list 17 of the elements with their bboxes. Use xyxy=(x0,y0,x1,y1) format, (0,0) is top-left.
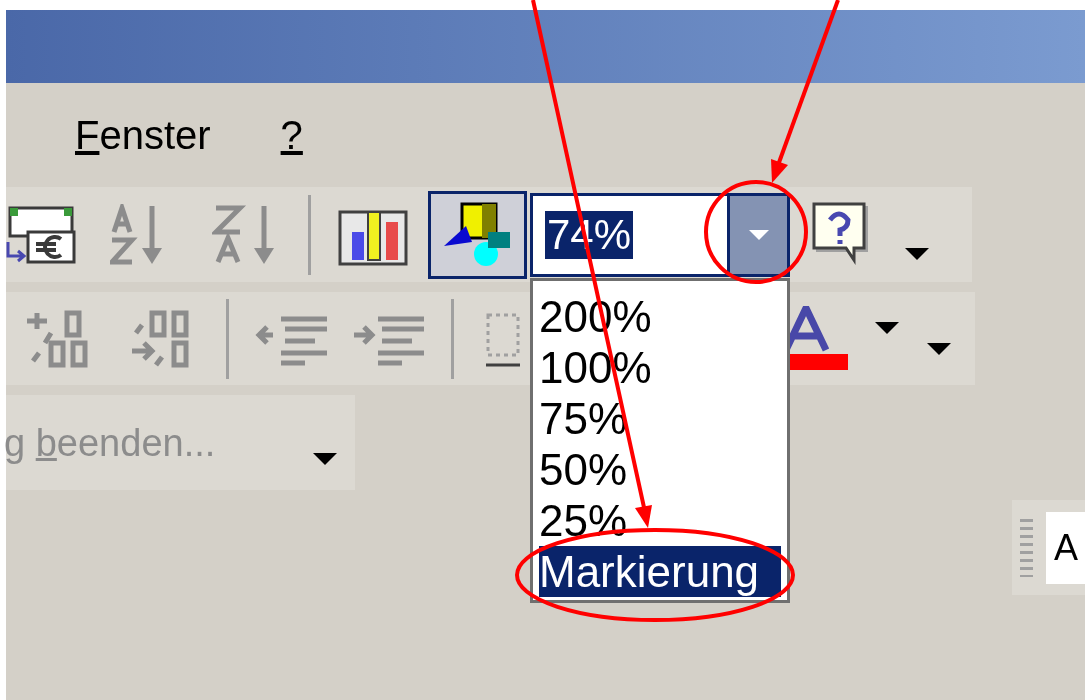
drawing-toolbar-button[interactable] xyxy=(428,190,527,279)
caret-icon[interactable] xyxy=(927,342,951,357)
menu-item[interactable]: Fenster xyxy=(75,115,211,155)
caret-icon xyxy=(748,229,769,240)
menu-item[interactable]: ? xyxy=(280,115,303,155)
help-icon[interactable] xyxy=(812,201,870,268)
toolbar-grip-icon[interactable] xyxy=(1020,518,1033,577)
font-preview-text: A xyxy=(1054,529,1078,566)
zoom-option[interactable]: 50% xyxy=(539,444,781,495)
caret-icon[interactable] xyxy=(313,452,337,467)
euro-conversion-icon[interactable] xyxy=(6,205,77,264)
zoom-option[interactable]: 75% xyxy=(539,393,781,444)
zoom-option[interactable]: Markierung xyxy=(539,546,781,597)
caret-icon[interactable] xyxy=(905,247,929,262)
dropdown-button[interactable] xyxy=(727,195,787,274)
caret-icon[interactable] xyxy=(875,321,899,336)
zoom-option[interactable]: 25% xyxy=(539,495,781,546)
